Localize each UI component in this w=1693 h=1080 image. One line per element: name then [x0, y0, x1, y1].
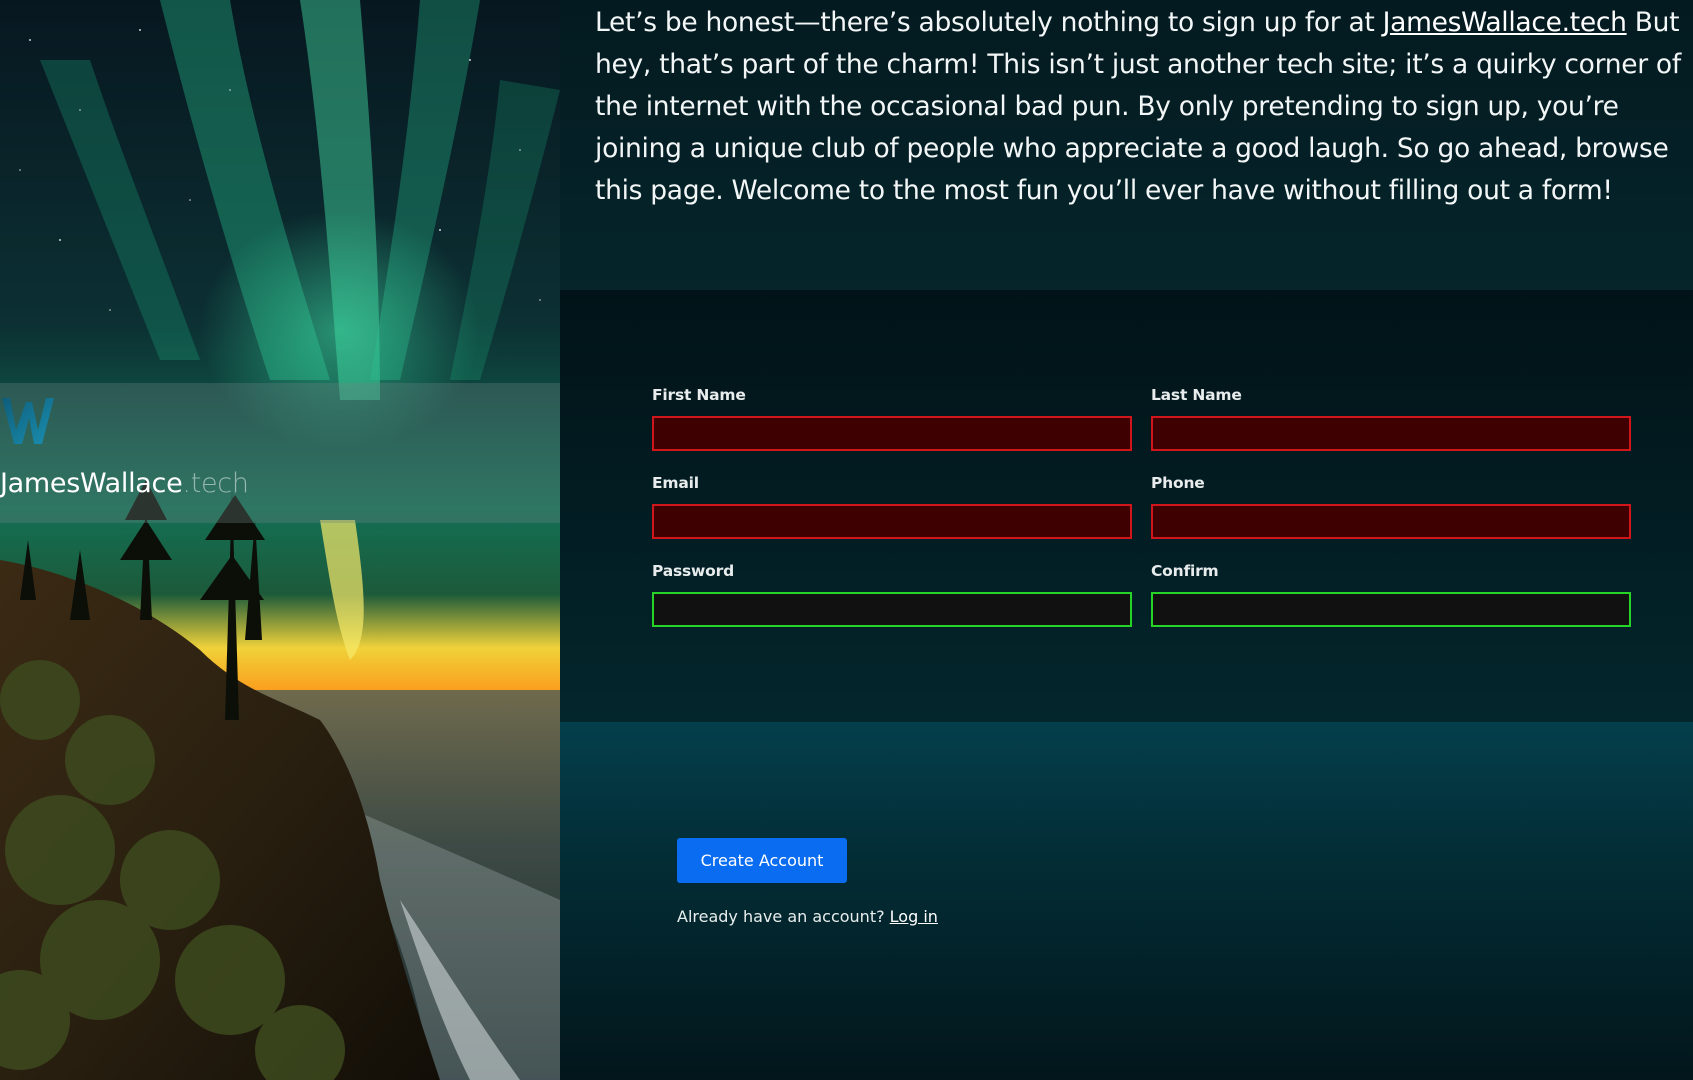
- first-name-group: First Name: [652, 386, 1132, 451]
- intro-text-before: Let’s be honest—there’s absolutely nothi…: [595, 7, 1383, 38]
- phone-label: Phone: [1151, 474, 1205, 492]
- password-group: Password: [652, 562, 1132, 627]
- password-input[interactable]: [652, 592, 1132, 627]
- email-group: Email: [652, 474, 1132, 539]
- last-name-group: Last Name: [1151, 386, 1631, 451]
- hero-image-panel: JamesWallace.tech: [0, 0, 560, 1080]
- phone-group: Phone: [1151, 474, 1631, 539]
- login-prompt: Already have an account? Log in: [677, 907, 938, 926]
- site-link[interactable]: JamesWallace.tech: [1383, 7, 1627, 38]
- login-link[interactable]: Log in: [890, 907, 938, 926]
- intro-paragraph: Let’s be honest—there’s absolutely nothi…: [595, 2, 1685, 212]
- brand-name[interactable]: JamesWallace.tech: [0, 468, 249, 499]
- aurora-landscape-image: [0, 0, 560, 1080]
- email-label: Email: [652, 474, 699, 492]
- confirm-label: Confirm: [1151, 562, 1219, 580]
- first-name-label: First Name: [652, 386, 746, 404]
- email-input[interactable]: [652, 504, 1132, 539]
- last-name-label: Last Name: [1151, 386, 1242, 404]
- brand-band: [0, 383, 560, 523]
- first-name-input[interactable]: [652, 416, 1132, 451]
- password-label: Password: [652, 562, 734, 580]
- last-name-input[interactable]: [1151, 416, 1631, 451]
- brand-name-main: JamesWallace: [0, 468, 183, 499]
- create-account-button[interactable]: Create Account: [677, 838, 847, 883]
- intro-section: Let’s be honest—there’s absolutely nothi…: [560, 0, 1693, 290]
- main-content: Let’s be honest—there’s absolutely nothi…: [560, 0, 1693, 1080]
- brand-name-tld: .tech: [182, 468, 249, 499]
- confirm-password-input[interactable]: [1151, 592, 1631, 627]
- confirm-group: Confirm: [1151, 562, 1631, 627]
- login-prompt-text: Already have an account?: [677, 907, 890, 926]
- actions-section: Create Account Already have an account? …: [560, 722, 1693, 1080]
- phone-input[interactable]: [1151, 504, 1631, 539]
- logo-w-icon[interactable]: [0, 392, 58, 450]
- signup-form: First Name Last Name Email Phone Passwor…: [560, 290, 1693, 722]
